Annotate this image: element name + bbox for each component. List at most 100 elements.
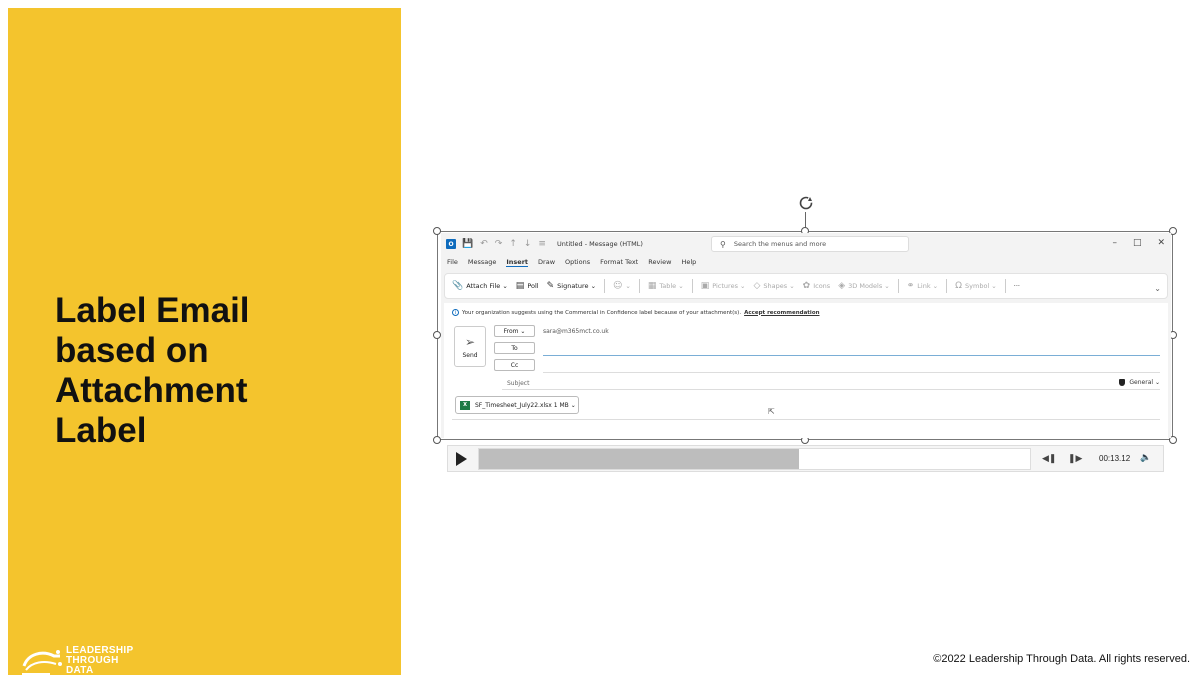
play-icon[interactable] — [456, 452, 467, 466]
signature-button[interactable]: ✎ Signature ⌄ — [547, 281, 596, 291]
pictures-label: Pictures — [712, 282, 738, 290]
icons-label: Icons — [813, 282, 831, 290]
signature-label: Signature — [557, 282, 589, 290]
arrow-down-icon[interactable]: ↓ — [524, 239, 532, 249]
more-label: ··· — [1013, 282, 1020, 290]
window-controls: – □ ✕ — [1112, 238, 1165, 248]
menu-format-text[interactable]: Format Text — [600, 258, 638, 266]
ribbon-separator — [638, 279, 640, 293]
search-placeholder: Search the menus and more — [733, 240, 827, 248]
table-label: Table — [659, 282, 677, 290]
sensitivity-button[interactable]: General ⌄ — [1119, 379, 1160, 386]
link-label: Link — [917, 282, 931, 290]
menu-file[interactable]: File — [447, 258, 458, 266]
poll-button[interactable]: ▤ Poll — [516, 281, 539, 291]
from-button[interactable]: From ⌄ — [494, 325, 535, 337]
icons-button[interactable]: ✿ Icons — [803, 281, 831, 291]
rotate-handle-icon[interactable] — [797, 194, 815, 212]
subject-field[interactable] — [502, 389, 1160, 390]
resize-handle-bottom-left[interactable] — [433, 436, 441, 444]
skip-forward-icon[interactable]: ❚▶ — [1068, 453, 1082, 464]
icons-icon: ✿ — [802, 281, 811, 291]
ribbon-separator — [604, 279, 606, 293]
attach-file-label: Attach File — [466, 282, 501, 290]
volume-icon[interactable]: 🔈 — [1140, 452, 1151, 463]
customize-qat-icon[interactable]: ≡ — [538, 239, 546, 249]
pictures-button[interactable]: ▣ Pictures ⌄ — [701, 281, 746, 291]
accept-recommendation-link[interactable]: Accept recommendation — [744, 310, 819, 316]
menu-help[interactable]: Help — [681, 258, 696, 266]
from-label: From — [503, 327, 519, 335]
timecode: 00:13.12 — [1099, 454, 1131, 463]
resize-handle-top-left[interactable] — [433, 227, 441, 235]
media-controls: ◀❚ ❚▶ 00:13.12 🔈 — [447, 445, 1164, 472]
attach-file-button[interactable]: 📎 Attach File ⌄ — [452, 281, 508, 291]
menu-message[interactable]: Message — [468, 258, 497, 266]
info-icon: i — [452, 309, 459, 316]
3d-models-label: 3D Models — [848, 282, 883, 290]
send-label: Send — [462, 351, 478, 359]
slide: Label Email based on Attachment Label LE… — [0, 0, 1203, 675]
outlook-window: O 💾 ↶ ↷ ↑ ↓ ≡ Untitled - Message (HTML) … — [441, 233, 1171, 438]
shield-icon — [1119, 379, 1126, 386]
title-line: Label — [55, 411, 147, 450]
menu-insert[interactable]: Insert — [506, 258, 529, 267]
send-button[interactable]: ➢ Send — [454, 326, 486, 367]
symbol-label: Symbol — [965, 282, 990, 290]
seek-bar[interactable] — [478, 448, 1031, 470]
arrow-up-icon[interactable]: ↑ — [509, 239, 517, 249]
menu-options[interactable]: Options — [565, 258, 590, 266]
skip-back-icon[interactable]: ◀❚ — [1042, 453, 1056, 464]
cc-button[interactable]: Cc — [494, 359, 535, 371]
link-icon: ⚭ — [906, 281, 915, 291]
poll-label: Poll — [527, 282, 539, 290]
title-bar: O 💾 ↶ ↷ ↑ ↓ ≡ Untitled - Message (HTML) … — [441, 233, 1171, 255]
cube-icon: ◈ — [838, 281, 846, 291]
to-field[interactable] — [543, 355, 1160, 356]
ribbon-separator — [691, 279, 693, 293]
sensitivity-label: General — [1129, 379, 1154, 386]
attachment-name: SF_Timesheet_July22.xlsx — [475, 401, 552, 409]
resize-handle-left[interactable] — [433, 331, 441, 339]
mouse-pointer-icon: ⇱ — [768, 407, 775, 416]
undo-icon[interactable]: ↶ — [480, 239, 488, 249]
emoji-icon: ☺ — [613, 281, 623, 291]
redo-icon[interactable]: ↷ — [495, 239, 503, 249]
shapes-icon: ◇ — [753, 281, 761, 291]
shapes-button[interactable]: ◇ Shapes ⌄ — [753, 281, 794, 291]
menu-review[interactable]: Review — [648, 258, 671, 266]
send-icon: ➢ — [464, 334, 476, 349]
seek-progress — [479, 449, 799, 469]
close-icon[interactable]: ✕ — [1157, 238, 1165, 248]
emoji-button[interactable]: ☺ ⌄ — [613, 281, 631, 291]
save-icon[interactable]: 💾 — [462, 239, 473, 249]
search-input[interactable]: ⚲ Search the menus and more — [711, 236, 909, 252]
attachment-divider — [452, 419, 1160, 420]
title-line: Attachment — [55, 371, 248, 410]
cc-field[interactable] — [543, 372, 1160, 373]
excel-icon: X — [460, 400, 470, 410]
3d-models-button[interactable]: ◈ 3D Models ⌄ — [838, 281, 890, 291]
symbol-button[interactable]: Ω Symbol ⌄ — [955, 281, 997, 291]
accent-panel: Label Email based on Attachment Label LE… — [8, 8, 401, 675]
policy-tip-text: Your organization suggests using the Com… — [462, 309, 742, 316]
poll-icon: ▤ — [515, 281, 525, 291]
slide-title: Label Email based on Attachment Label — [55, 291, 355, 451]
chevron-down-icon[interactable]: ⌄ — [1154, 284, 1161, 293]
logo-text: LEADERSHIP THROUGH DATA — [66, 646, 133, 675]
minimize-icon[interactable]: – — [1112, 238, 1117, 248]
to-button[interactable]: To — [494, 342, 535, 354]
subject-label: Subject — [507, 380, 530, 387]
from-address: sara@m365mct.co.uk — [543, 328, 609, 335]
attachment-chip[interactable]: X SF_Timesheet_July22.xlsx 1 MB ⌄ — [455, 396, 579, 414]
title-line: Label Email — [55, 291, 250, 330]
ribbon-separator — [1004, 279, 1006, 293]
link-button[interactable]: ⚭ Link ⌄ — [907, 281, 938, 291]
table-button[interactable]: ▦ Table ⌄ — [648, 281, 684, 291]
compose-area: i Your organization suggests using the C… — [444, 303, 1168, 438]
more-commands-button[interactable]: ··· — [1014, 282, 1020, 290]
maximize-icon[interactable]: □ — [1133, 238, 1142, 248]
logo-line: DATA — [66, 665, 94, 675]
table-icon: ▦ — [647, 281, 657, 291]
menu-draw[interactable]: Draw — [538, 258, 555, 266]
